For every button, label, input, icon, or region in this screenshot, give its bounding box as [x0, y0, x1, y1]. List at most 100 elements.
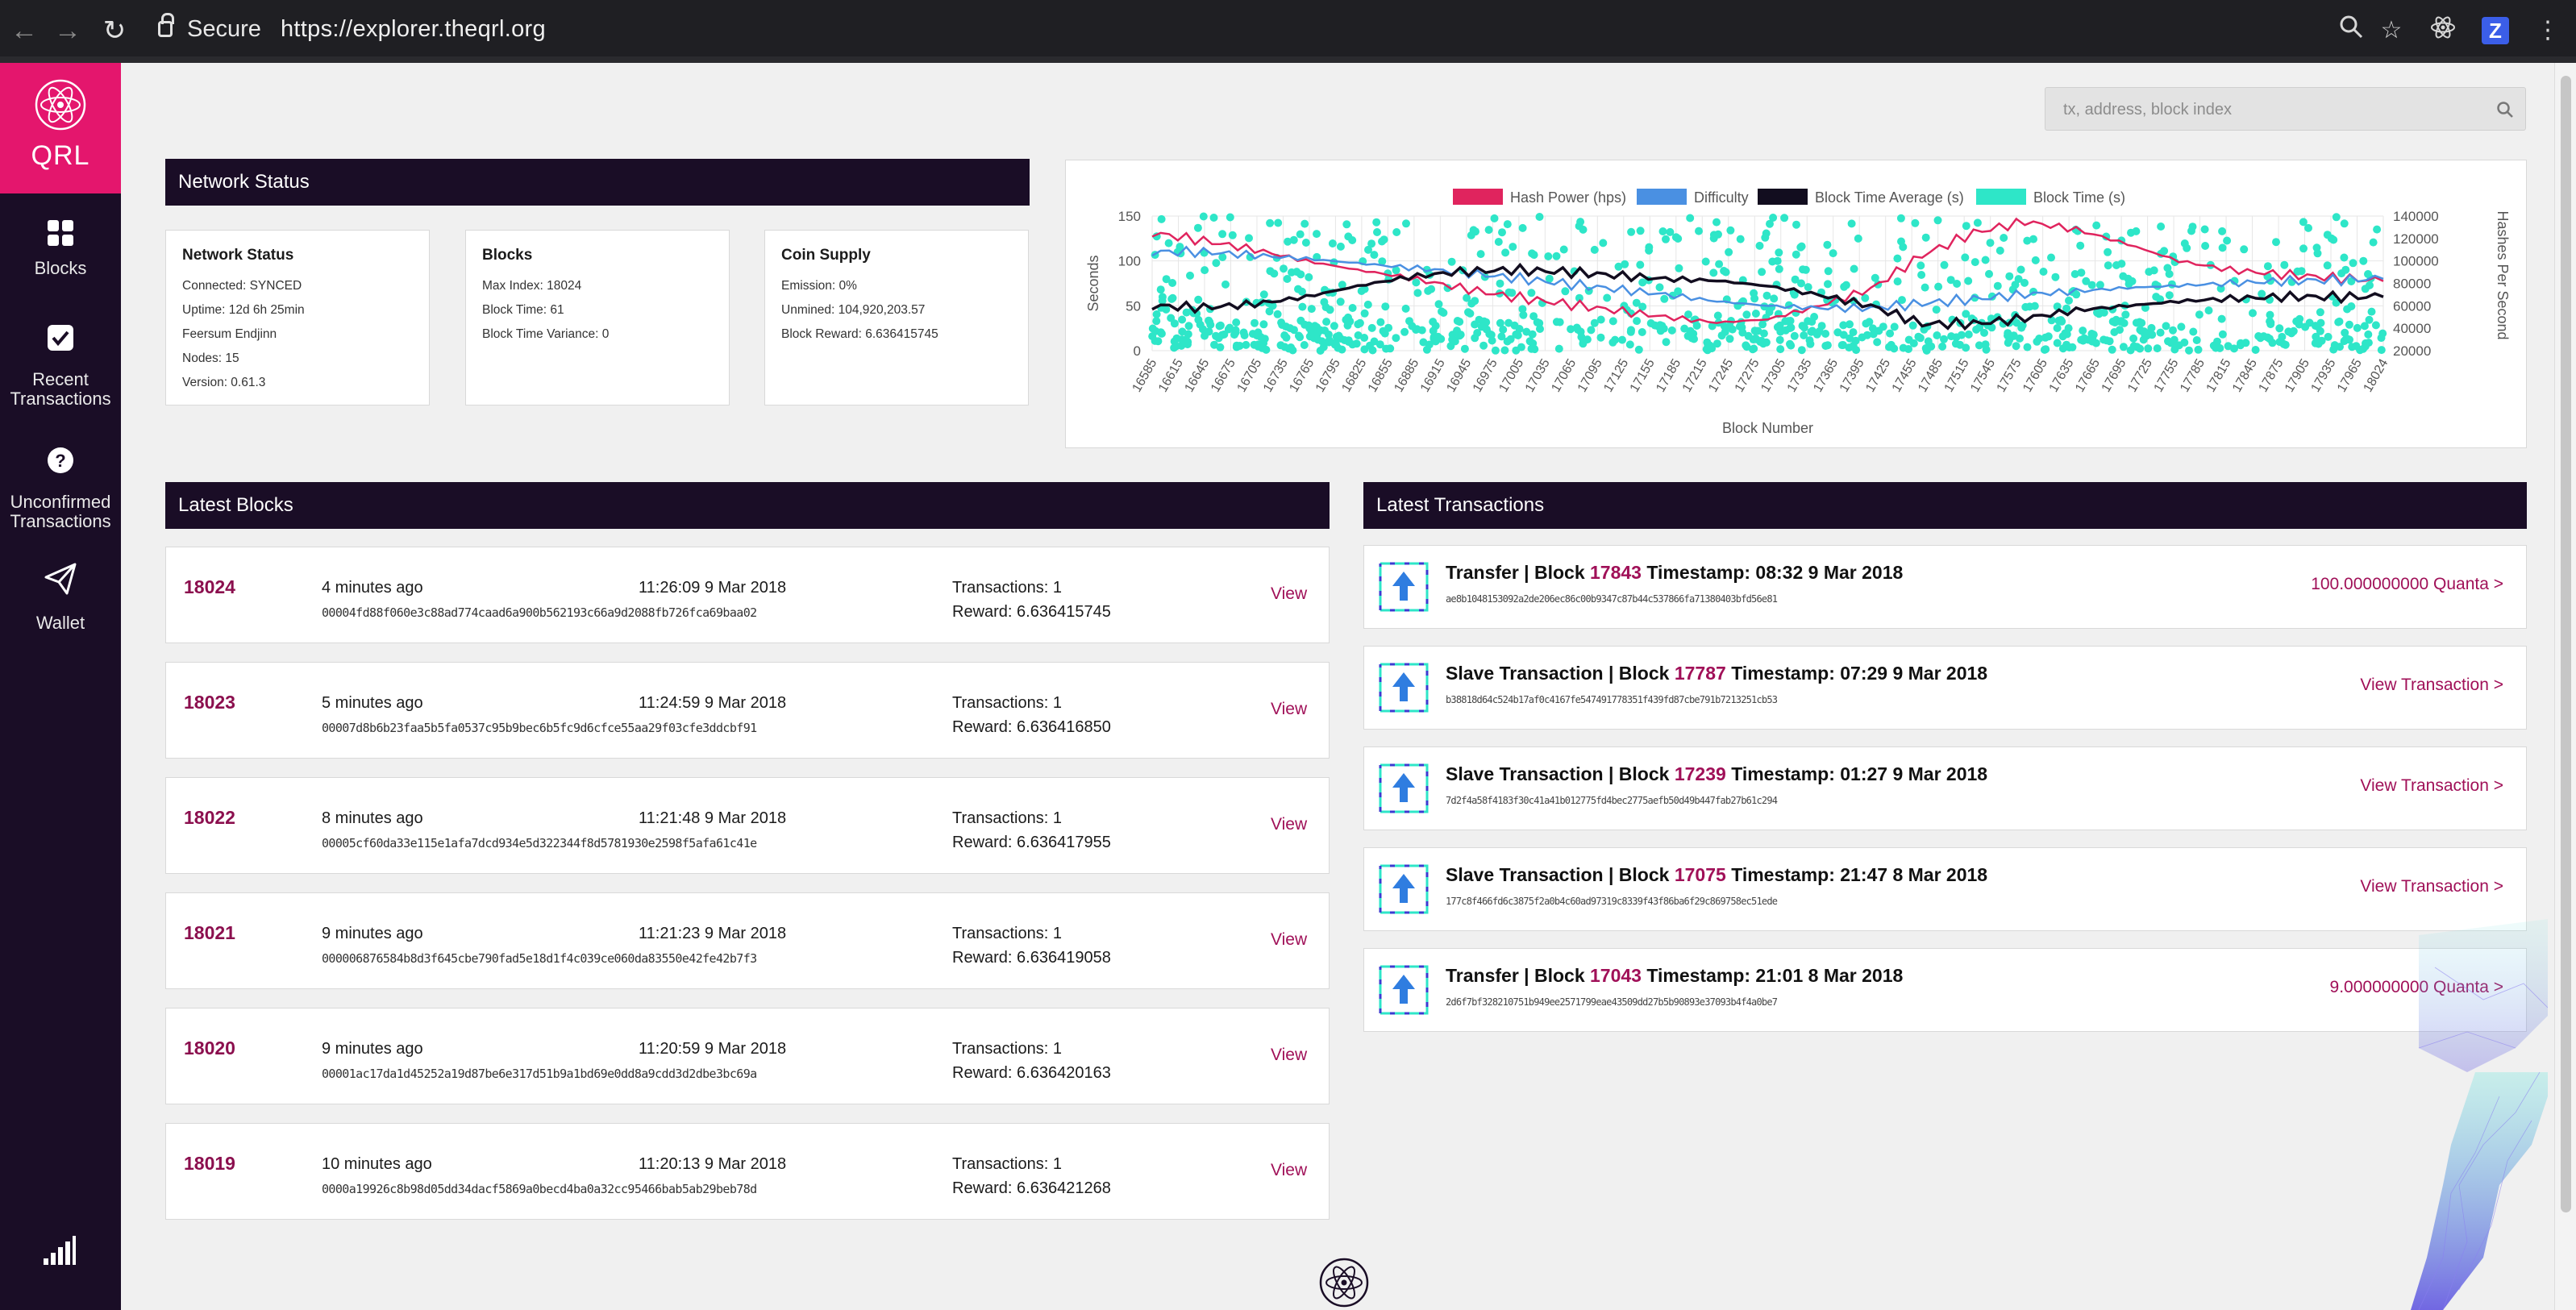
x-tick-label: 16675	[1209, 356, 1238, 394]
transaction-hash: 2d6f7bf328210751b949ee2571799eae43509dd2…	[1446, 996, 1778, 1008]
block-time-point	[1218, 230, 1227, 239]
block-time-point	[1695, 227, 1703, 235]
block-time-point	[1725, 335, 1734, 343]
z-extension-icon[interactable]: Z	[2482, 17, 2509, 44]
emission: Emission: 0%	[781, 279, 857, 293]
transaction-block-link[interactable]: 17075	[1675, 864, 1726, 885]
block-hash: 00005cf60da33e115e1afa7dcd934e5d322344f8…	[322, 836, 757, 850]
x-tick-label: 16795	[1313, 356, 1343, 394]
sidebar-item-recent-transactions[interactable]: Recent Transactions	[0, 311, 121, 420]
block-time-point	[1775, 335, 1784, 344]
block-time-point	[1721, 327, 1729, 336]
block-time-point	[1194, 295, 1203, 304]
block-age: 8 minutes ago	[322, 809, 423, 827]
block-time-point	[1240, 331, 1249, 339]
block-time-point	[2009, 331, 2018, 340]
view-block-link[interactable]: View	[1271, 1161, 1307, 1180]
block-time-point	[1259, 320, 1268, 329]
block-time-point	[2304, 223, 2312, 232]
block-time-point	[1280, 264, 1288, 273]
block-time-point	[2340, 253, 2349, 262]
block-time-point	[1823, 341, 1832, 350]
transfer-arrow-icon	[1379, 763, 1429, 813]
block-number-link[interactable]: 18024	[184, 576, 235, 598]
transaction-timestamp: Timestamp: 01:27 9 Mar 2018	[1731, 763, 1988, 784]
block-time-point	[2057, 316, 2066, 324]
block-time-point	[2360, 322, 2369, 331]
scrollbar-thumb[interactable]	[2561, 76, 2571, 1212]
paper-plane-icon	[44, 563, 77, 595]
forward-arrow-icon[interactable]: →	[50, 11, 85, 50]
block-number-link[interactable]: 18020	[184, 1038, 235, 1059]
block-time-point	[1715, 260, 1724, 268]
block-time-point	[1355, 318, 1364, 327]
transaction-block-link[interactable]: 17843	[1590, 562, 1642, 583]
star-icon[interactable]: ☆	[2375, 15, 2407, 47]
sidebar-item-unconfirmed-transactions[interactable]: ? Unconfirmed Transactions	[0, 434, 121, 555]
block-time-point	[1273, 310, 1282, 318]
block-time-point	[1742, 341, 1750, 350]
sidebar-item-wallet[interactable]: Wallet	[0, 555, 121, 643]
block-time-point	[2204, 306, 2213, 315]
block-time-point	[2076, 241, 2085, 250]
block-time-point	[1201, 266, 1209, 275]
block-time-point	[1262, 345, 1271, 354]
sidebar-item-blocks[interactable]: Blocks	[0, 206, 121, 291]
block-time-point	[1346, 317, 1355, 326]
view-block-link[interactable]: View	[1271, 815, 1307, 834]
block-time-point	[1686, 326, 1695, 335]
legend-label: Block Time Average (s)	[1815, 189, 1964, 206]
block-time-point	[1561, 287, 1570, 296]
transaction-block-link[interactable]: 17043	[1590, 965, 1642, 986]
transaction-link[interactable]: View Transaction >	[2360, 676, 2503, 695]
y-tick-right-label: 80000	[2393, 277, 2431, 292]
card-title: Blocks	[482, 247, 533, 264]
block-time-point	[2347, 302, 2356, 310]
zoom-icon[interactable]	[2335, 15, 2367, 47]
view-block-link[interactable]: View	[1271, 1046, 1307, 1065]
transaction-block-link[interactable]: 17239	[1675, 763, 1726, 784]
block-time-point	[2364, 330, 2373, 339]
block-time-point	[1660, 294, 1669, 303]
search-icon[interactable]	[2496, 101, 2514, 119]
block-time-point	[1808, 326, 1817, 335]
transaction-timestamp: Timestamp: 08:32 9 Mar 2018	[1646, 562, 1904, 583]
block-number-link[interactable]: 18022	[184, 807, 235, 829]
block-time-point	[1157, 329, 1166, 338]
block-time-point	[1324, 331, 1333, 339]
block-time-point	[1770, 294, 1779, 303]
block-time-point	[2168, 339, 2176, 347]
x-tick-label: 17005	[1496, 356, 1526, 394]
qrl-logo[interactable]: QRL	[0, 63, 121, 193]
transaction-block-link[interactable]: 17787	[1675, 663, 1726, 684]
block-time-point	[2177, 322, 2186, 331]
transaction-link[interactable]: 100.000000000 Quanta >	[2311, 575, 2503, 594]
block-time-point	[1554, 344, 1563, 353]
block-time-point	[1228, 231, 1237, 239]
transaction-link[interactable]: View Transaction >	[2360, 776, 2503, 796]
address-bar-url[interactable]: https://explorer.theqrl.org	[281, 16, 546, 43]
x-tick-label: 16585	[1130, 356, 1159, 394]
block-time-point	[2079, 326, 2087, 335]
block-time-point	[1776, 345, 1785, 354]
view-block-link[interactable]: View	[1271, 700, 1307, 719]
block-time-point	[2053, 324, 2062, 332]
block-number-link[interactable]: 18021	[184, 922, 235, 944]
block-time-point	[1638, 328, 1646, 336]
block-time-point	[1759, 329, 1768, 338]
block-time-point	[1869, 330, 1878, 339]
search-input[interactable]	[2062, 96, 2484, 123]
view-block-link[interactable]: View	[1271, 584, 1307, 604]
reload-icon[interactable]: ↻	[97, 11, 132, 50]
block-number-link[interactable]: 18023	[184, 692, 235, 713]
version: Version: 0.61.3	[182, 376, 266, 389]
kebab-menu-icon[interactable]: ⋮	[2532, 15, 2564, 47]
connection-status: Connected: SYNCED	[182, 279, 302, 293]
view-block-link[interactable]: View	[1271, 930, 1307, 950]
transaction-title: Transfer | Block 17043 Timestamp: 21:01 …	[1446, 965, 1903, 987]
block-number-link[interactable]: 18019	[184, 1153, 235, 1175]
react-extension-icon[interactable]	[2427, 15, 2459, 47]
back-arrow-icon[interactable]: ←	[6, 11, 42, 50]
block-timestamp: 11:21:23 9 Mar 2018	[639, 925, 787, 942]
page-scrollbar[interactable]	[2554, 63, 2576, 1310]
